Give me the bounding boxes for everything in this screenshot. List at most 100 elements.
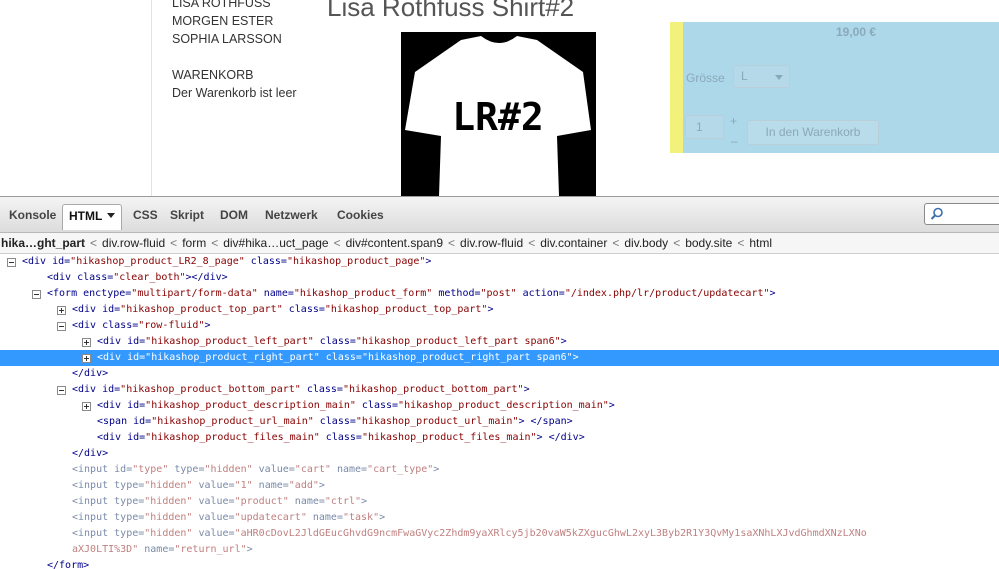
expand-icon[interactable] bbox=[82, 402, 91, 411]
attribute-name: name= bbox=[330, 464, 368, 475]
attribute-name: class= bbox=[300, 384, 343, 395]
attribute-name: value= bbox=[192, 480, 235, 491]
tree-node-markup: <input id="type" type="hidden" value="ca… bbox=[72, 462, 439, 478]
attribute-name: id= bbox=[52, 256, 71, 267]
attribute-name: id= bbox=[127, 400, 146, 411]
sidebar-link-morgen-ester[interactable]: MORGEN ESTER bbox=[172, 12, 297, 30]
tree-row-selected[interactable]: <div id="hikashop_product_right_part" cl… bbox=[0, 350, 999, 366]
tag-token: > bbox=[246, 544, 253, 555]
attribute-name: id= bbox=[133, 416, 152, 427]
tree-row[interactable]: <input type="hidden" value="aHR0cDovL2Jl… bbox=[0, 526, 999, 542]
chevron-down-icon[interactable] bbox=[107, 213, 116, 218]
attribute-name: value= bbox=[252, 464, 295, 475]
tree-row[interactable]: aXJ0LTI%3D" name="return_url"> bbox=[0, 542, 999, 558]
sidebar-link-lisa-rothfuss[interactable]: LISA ROTHFUSS bbox=[172, 0, 297, 12]
attribute-value: "hidden" bbox=[144, 480, 193, 491]
quantity-input[interactable]: 1 bbox=[685, 115, 724, 139]
tree-row[interactable]: <div id="hikashop_product_left_part" cla… bbox=[0, 334, 999, 350]
tag-token: ></div> bbox=[185, 272, 228, 283]
tab-css[interactable]: CSS bbox=[129, 204, 162, 229]
collapse-icon[interactable] bbox=[7, 258, 16, 267]
chevron-down-icon bbox=[775, 75, 783, 80]
expand-icon[interactable] bbox=[82, 354, 91, 363]
attribute-value: "cart" bbox=[294, 464, 331, 475]
tree-row[interactable]: <input id="type" type="hidden" value="ca… bbox=[0, 462, 999, 478]
breadcrumb-item[interactable]: form bbox=[182, 233, 206, 253]
tree-row[interactable]: </div> bbox=[0, 366, 999, 382]
collapse-icon[interactable] bbox=[32, 290, 41, 299]
tab-dom[interactable]: DOM bbox=[216, 204, 252, 229]
tree-row[interactable]: <input type="hidden" value="product" nam… bbox=[0, 494, 999, 510]
tab-cookies[interactable]: Cookies bbox=[333, 204, 388, 229]
attribute-name: id= bbox=[114, 464, 133, 475]
tree-row[interactable]: <input type="hidden" value="updatecart" … bbox=[0, 510, 999, 526]
breadcrumb-item[interactable]: html bbox=[749, 233, 772, 253]
breadcrumb-item[interactable]: div.body bbox=[624, 233, 668, 253]
tree-row[interactable]: </form> bbox=[0, 558, 999, 569]
attribute-name: value= bbox=[192, 512, 235, 523]
breadcrumb-separator: < bbox=[333, 236, 341, 250]
attribute-value: "hidden" bbox=[144, 528, 193, 539]
tree-row[interactable]: <input type="hidden" value="1" name="add… bbox=[0, 478, 999, 494]
breadcrumb-item[interactable]: div.row-fluid bbox=[460, 233, 523, 253]
tree-row[interactable]: <div id="hikashop_product_description_ma… bbox=[0, 398, 999, 414]
highlight-padding-bar bbox=[670, 22, 683, 153]
attribute-name: action= bbox=[516, 288, 565, 299]
add-to-cart-button[interactable]: In den Warenkorb bbox=[747, 120, 879, 145]
tree-node-markup: <input type="hidden" value="updatecart" … bbox=[72, 510, 385, 526]
tag-token: > bbox=[379, 512, 386, 523]
tab-netzwerk[interactable]: Netzwerk bbox=[261, 204, 322, 229]
size-select[interactable]: L bbox=[733, 65, 790, 88]
sidebar: LISA ROTHFUSS MORGEN ESTER SOPHIA LARSSO… bbox=[172, 0, 297, 102]
devtools-search-input[interactable] bbox=[924, 203, 999, 225]
tab-konsole[interactable]: Konsole bbox=[5, 204, 60, 229]
attribute-name: id= bbox=[127, 336, 146, 347]
tree-row[interactable]: </div> bbox=[0, 446, 999, 462]
tree-node-markup: aXJ0LTI%3D" name="return_url"> bbox=[72, 542, 253, 558]
attribute-name: class= bbox=[244, 256, 287, 267]
tree-row[interactable]: <form enctype="multipart/form-data" name… bbox=[0, 286, 999, 302]
attribute-value: "cart_type" bbox=[367, 464, 434, 475]
tree-row[interactable]: <span id="hikashop_product_url_main" cla… bbox=[0, 414, 999, 430]
tab-html[interactable]: HTML bbox=[62, 204, 123, 230]
tree-row[interactable]: <div class="row-fluid"> bbox=[0, 318, 999, 334]
breadcrumb-item[interactable]: div#hika…uct_page bbox=[223, 233, 328, 253]
breadcrumb-item[interactable]: div.row-fluid bbox=[102, 233, 165, 253]
collapse-icon[interactable] bbox=[57, 322, 66, 331]
tree-row[interactable]: <div id="hikashop_product_top_part" clas… bbox=[0, 302, 999, 318]
attribute-value: "hikashop_product_files_main" bbox=[145, 432, 320, 443]
tag-token: <span bbox=[97, 416, 134, 427]
breadcrumb-item[interactable]: div.container bbox=[540, 233, 607, 253]
quantity-decrease-button[interactable]: – bbox=[731, 134, 738, 148]
attribute-name: name= bbox=[288, 496, 325, 507]
breadcrumb-separator: < bbox=[673, 236, 681, 250]
tree-node-markup: <div id="hikashop_product_right_part" cl… bbox=[97, 350, 579, 366]
attribute-value: "post" bbox=[480, 288, 517, 299]
breadcrumb-item[interactable]: body.site bbox=[685, 233, 732, 253]
tree-row[interactable]: <div id="hikashop_product_LR2_8_page" cl… bbox=[0, 254, 999, 270]
sidebar-link-sophia-larsson[interactable]: SOPHIA LARSSON bbox=[172, 30, 297, 48]
tag-token: <div bbox=[72, 320, 103, 331]
tree-node-markup: <div class="clear_both"></div> bbox=[47, 270, 228, 286]
product-image[interactable]: LR#2 bbox=[401, 32, 596, 196]
tree-row[interactable]: <div id="hikashop_product_bottom_part" c… bbox=[0, 382, 999, 398]
tree-row[interactable]: <div class="clear_both"></div> bbox=[0, 270, 999, 286]
attribute-value: "task" bbox=[342, 512, 380, 523]
collapse-icon[interactable] bbox=[57, 386, 66, 395]
attribute-value: "hikashop_product_description_main" bbox=[145, 400, 356, 411]
attribute-value: "multipart/form-data" bbox=[131, 288, 258, 299]
quantity-increase-button[interactable]: + bbox=[730, 114, 737, 128]
attribute-value: "hikashop_product_form" bbox=[293, 288, 433, 299]
tree-node-markup: <input type="hidden" value="1" name="add… bbox=[72, 478, 325, 494]
expand-icon[interactable] bbox=[57, 306, 66, 315]
breadcrumb-item[interactable]: div#content.span9 bbox=[346, 233, 443, 253]
attribute-name: class= bbox=[77, 272, 114, 283]
tree-node-markup: <input type="hidden" value="product" nam… bbox=[72, 494, 367, 510]
tab-skript[interactable]: Skript bbox=[166, 204, 208, 229]
tag-token: <input bbox=[72, 496, 115, 507]
tree-row[interactable]: <div id="hikashop_product_files_main" cl… bbox=[0, 430, 999, 446]
breadcrumb: hika…ght_part < div.row-fluid < form < div#hik… bbox=[0, 233, 999, 254]
expand-icon[interactable] bbox=[82, 338, 91, 347]
breadcrumb-item[interactable]: hika…ght_part bbox=[0, 233, 85, 253]
attribute-name: class= bbox=[102, 320, 139, 331]
